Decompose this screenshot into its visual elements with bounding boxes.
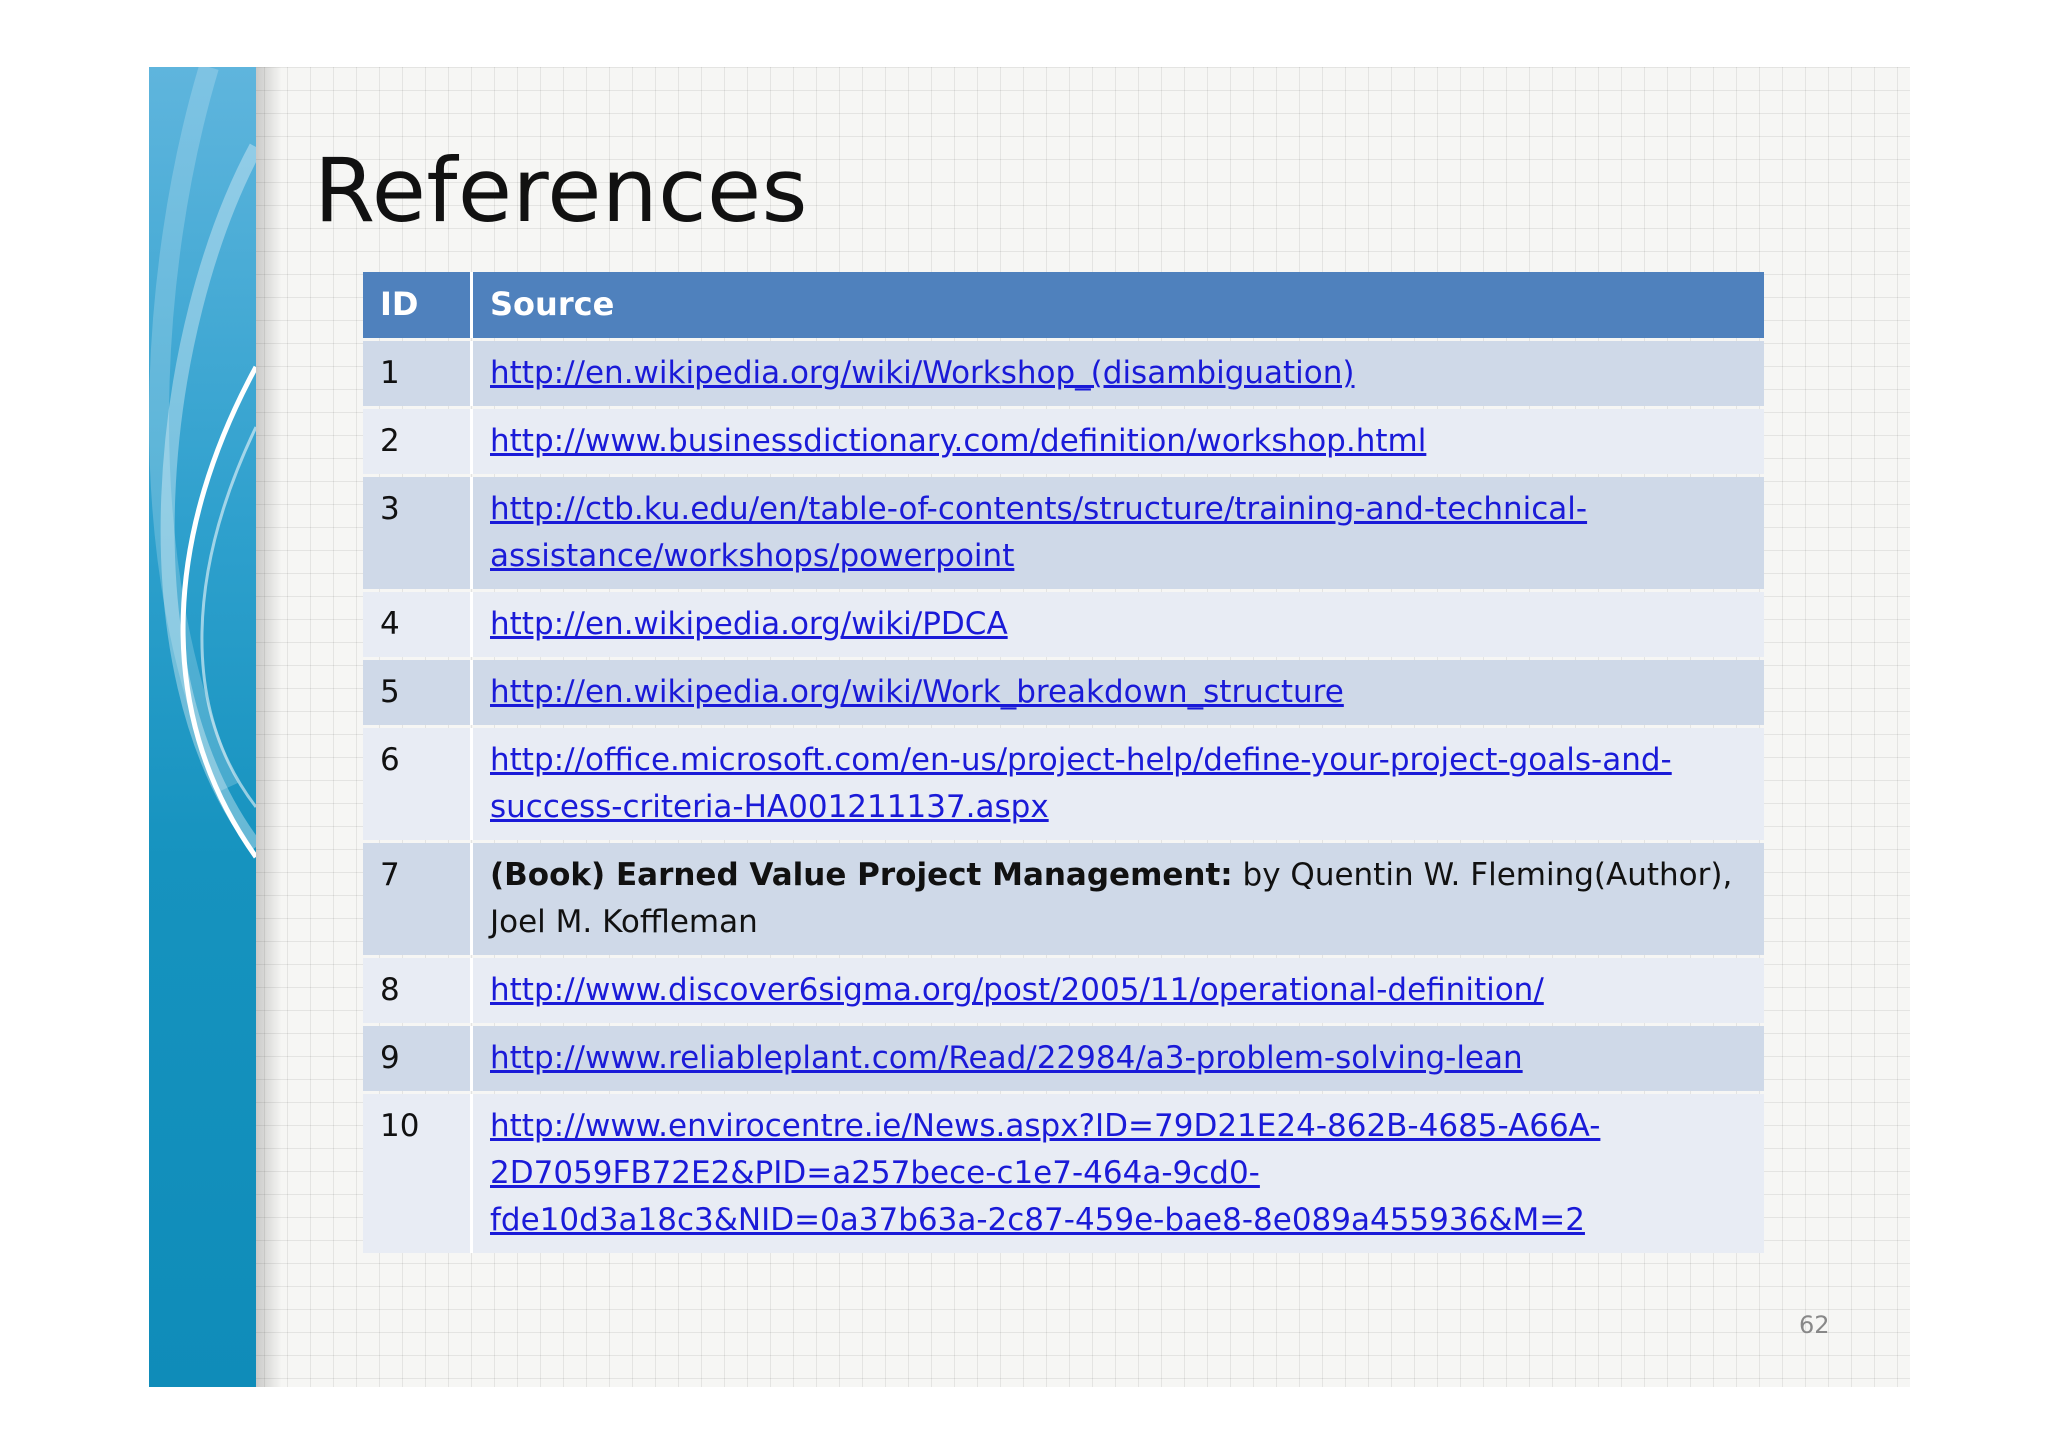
source-cell: (Book) Earned Value Project Management: … xyxy=(473,843,1764,955)
table-row: 8 http://www.discover6sigma.org/post/200… xyxy=(363,958,1764,1023)
row-id: 5 xyxy=(363,660,473,725)
source-cell: http://www.reliableplant.com/Read/22984/… xyxy=(473,1026,1764,1091)
source-cell: http://en.wikipedia.org/wiki/Work_breakd… xyxy=(473,660,1764,725)
source-link[interactable]: http://en.wikipedia.org/wiki/PDCA xyxy=(490,606,1008,642)
row-id: 10 xyxy=(363,1094,473,1253)
row-id: 7 xyxy=(363,843,473,955)
source-link[interactable]: http://www.envirocentre.ie/News.aspx?ID=… xyxy=(490,1108,1600,1238)
header-id: ID xyxy=(363,272,473,338)
table-row: 9 http://www.reliableplant.com/Read/2298… xyxy=(363,1026,1764,1091)
table-row: 2 http://www.businessdictionary.com/defi… xyxy=(363,409,1764,474)
table-header-row: ID Source xyxy=(363,272,1764,338)
source-link[interactable]: http://ctb.ku.edu/en/table-of-contents/s… xyxy=(490,491,1587,574)
decorative-side-band xyxy=(149,67,256,1387)
table-row: 10 http://www.envirocentre.ie/News.aspx?… xyxy=(363,1094,1764,1253)
source-cell: http://www.envirocentre.ie/News.aspx?ID=… xyxy=(473,1094,1764,1253)
row-id: 3 xyxy=(363,477,473,589)
header-source: Source xyxy=(473,272,1764,338)
table-row: 3 http://ctb.ku.edu/en/table-of-contents… xyxy=(363,477,1764,589)
references-table: ID Source 1 http://en.wikipedia.org/wiki… xyxy=(363,269,1764,1256)
book-title: (Book) Earned Value Project Management: xyxy=(490,857,1233,893)
row-id: 9 xyxy=(363,1026,473,1091)
table-row: 1 http://en.wikipedia.org/wiki/Workshop_… xyxy=(363,341,1764,406)
row-id: 8 xyxy=(363,958,473,1023)
table-row: 6 http://office.microsoft.com/en-us/proj… xyxy=(363,728,1764,840)
table-row: 5 http://en.wikipedia.org/wiki/Work_brea… xyxy=(363,660,1764,725)
source-cell: http://office.microsoft.com/en-us/projec… xyxy=(473,728,1764,840)
source-cell: http://www.businessdictionary.com/defini… xyxy=(473,409,1764,474)
table-row: 7 (Book) Earned Value Project Management… xyxy=(363,843,1764,955)
source-link[interactable]: http://www.reliableplant.com/Read/22984/… xyxy=(490,1040,1523,1076)
source-link[interactable]: http://en.wikipedia.org/wiki/Work_breakd… xyxy=(490,674,1344,710)
page-number: 62 xyxy=(1799,1311,1830,1339)
source-link[interactable]: http://office.microsoft.com/en-us/projec… xyxy=(490,742,1672,825)
table-row: 4 http://en.wikipedia.org/wiki/PDCA xyxy=(363,592,1764,657)
source-cell: http://ctb.ku.edu/en/table-of-contents/s… xyxy=(473,477,1764,589)
source-cell: http://en.wikipedia.org/wiki/PDCA xyxy=(473,592,1764,657)
swoosh-graphic xyxy=(149,67,256,859)
source-link[interactable]: http://www.businessdictionary.com/defini… xyxy=(490,423,1426,459)
source-link[interactable]: http://en.wikipedia.org/wiki/Workshop_(d… xyxy=(490,355,1355,391)
source-link[interactable]: http://www.discover6sigma.org/post/2005/… xyxy=(490,972,1544,1008)
source-cell: http://en.wikipedia.org/wiki/Workshop_(d… xyxy=(473,341,1764,406)
slide: References ID Source 1 http://en.wikiped… xyxy=(149,67,1910,1387)
page-title: References xyxy=(314,139,808,242)
source-cell: http://www.discover6sigma.org/post/2005/… xyxy=(473,958,1764,1023)
side-band-shadow xyxy=(256,67,282,1387)
row-id: 4 xyxy=(363,592,473,657)
row-id: 2 xyxy=(363,409,473,474)
row-id: 1 xyxy=(363,341,473,406)
row-id: 6 xyxy=(363,728,473,840)
